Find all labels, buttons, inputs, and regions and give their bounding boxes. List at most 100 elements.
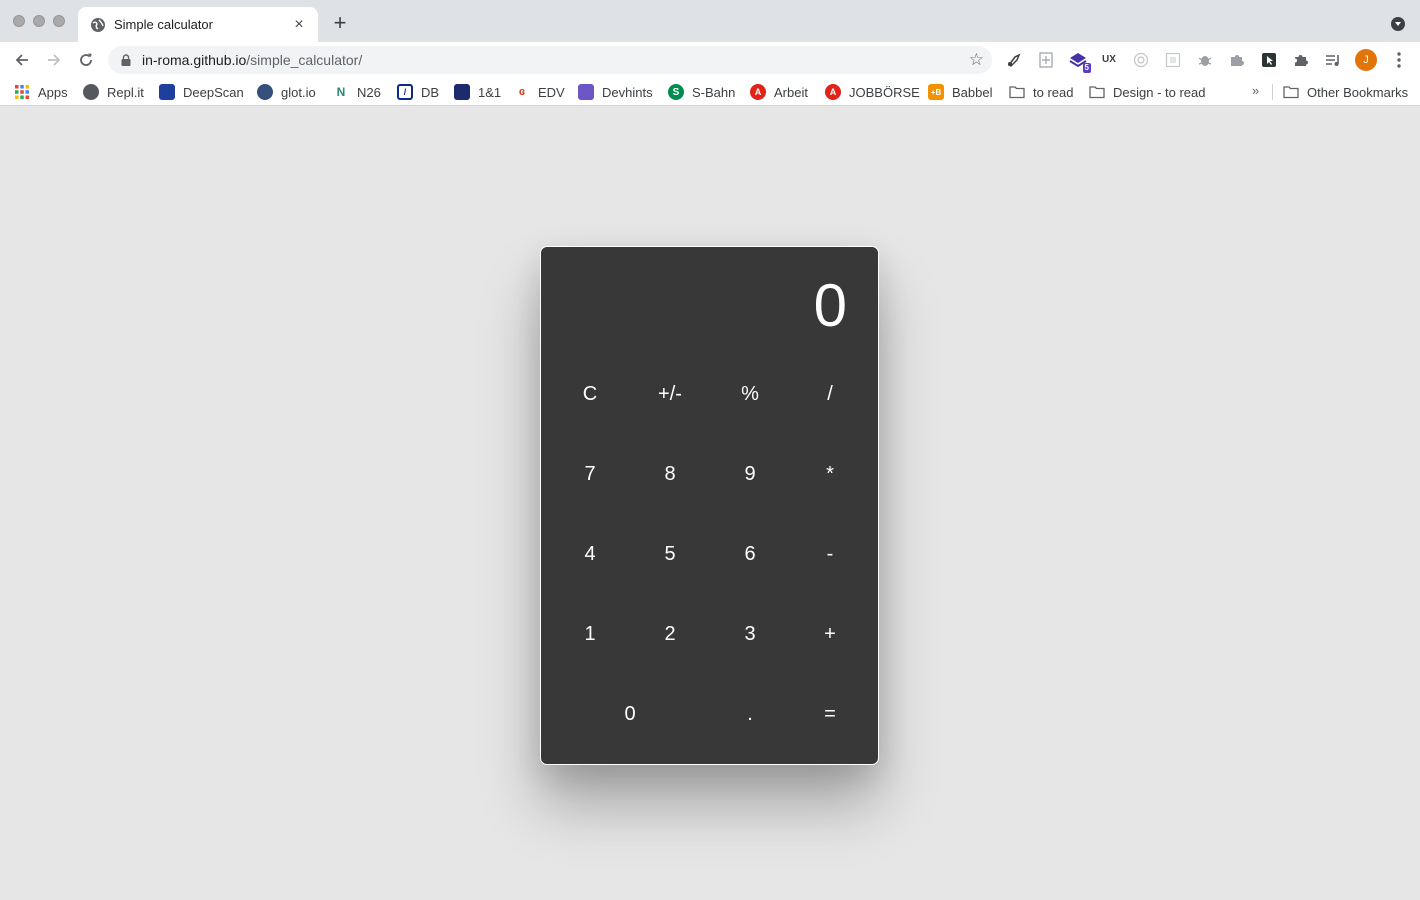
bookmark-jobboerse[interactable]: A JOBBÖRSE [825,83,920,101]
bookmark-apps[interactable]: Apps [14,83,68,101]
bookmarks-separator [1272,84,1273,100]
bookmark-glot[interactable]: glot.io [257,83,316,101]
digit-2-button[interactable]: 2 [630,594,710,674]
extension-badge: 5 [1082,63,1091,73]
digit-5-button[interactable]: 5 [630,514,710,594]
cursor-square-extension-icon[interactable] [1259,50,1279,70]
equals-button[interactable]: = [790,674,870,754]
reload-icon [80,53,92,66]
address-bar[interactable]: in-roma.github.io/simple_calculator/ ☆ [108,46,992,74]
extensions-puzzle-icon[interactable] [1291,50,1311,70]
calculator: 0 C +/- % / 7 8 9 * 4 5 6 - 1 2 3 + 0 . … [540,246,879,765]
folder-icon [1283,86,1299,99]
bookmark-label: EDV [538,84,565,100]
digit-7-button[interactable]: 7 [550,434,630,514]
music-note-extension-icon[interactable] [1004,50,1024,70]
profile-avatar[interactable]: J [1355,49,1377,71]
bookmark-label: Arbeit [774,84,808,100]
globe-icon [91,18,105,32]
bookmark-label: glot.io [281,84,316,100]
bookmark-replit[interactable]: Repl.it [83,83,144,101]
folder-icon [1089,86,1105,99]
percent-button[interactable]: % [710,354,790,434]
digit-1-button[interactable]: 1 [550,594,630,674]
bookmark-label: S-Bahn [692,84,736,100]
devhints-icon [578,84,594,100]
stack-extension-icon[interactable]: 5 [1068,50,1091,73]
url-path: /simple_calculator/ [246,52,363,68]
sign-toggle-button[interactable]: +/- [630,354,710,434]
page-content: 0 C +/- % / 7 8 9 * 4 5 6 - 1 2 3 + 0 . … [0,106,1420,900]
grid-extension-icon[interactable] [1163,50,1183,70]
bookmark-label: Apps [38,84,68,100]
bookmark-babbel[interactable]: +B Babbel [928,83,992,101]
digit-3-button[interactable]: 3 [710,594,790,674]
1und1-icon [454,84,470,100]
bookmark-deepscan[interactable]: DeepScan [159,83,244,101]
bookmarks-bar: Apps Repl.it DeepScan glot.io N N26 / DB… [0,78,1420,106]
bookmark-arbeit[interactable]: A Arbeit [750,83,808,101]
zoom-window-button[interactable] [53,15,65,27]
ux-check-extension-icon[interactable]: UX [1099,50,1119,70]
jobboerse-icon: A [825,84,841,100]
clear-button[interactable]: C [550,354,630,434]
bookmark-label: JOBBÖRSE [849,84,920,100]
bookmark-folder-design[interactable]: Design - to read [1089,83,1206,101]
document-extension-icon[interactable] [1036,50,1056,70]
subtract-button[interactable]: - [790,514,870,594]
digit-8-button[interactable]: 8 [630,434,710,514]
bookmark-sbahn[interactable]: S S-Bahn [668,83,735,101]
url-host: in-roma.github.io [142,52,247,68]
decimal-button[interactable]: . [710,674,790,754]
tab-title: Simple calculator [114,17,213,32]
bookmark-devhints[interactable]: Devhints [578,83,653,101]
puzzle-gray-extension-icon[interactable] [1227,50,1247,70]
bookmarks-overflow-button[interactable]: » [1252,83,1259,98]
digit-6-button[interactable]: 6 [710,514,790,594]
arbeit-icon: A [750,84,766,100]
bookmark-label: Design - to read [1113,84,1206,100]
bookmark-star-icon[interactable]: ☆ [969,50,984,70]
arrow-right-icon [48,54,61,66]
minimize-window-button[interactable] [33,15,45,27]
add-button[interactable]: + [790,594,870,674]
tab-search-icon[interactable] [1391,17,1405,31]
forward-button[interactable] [42,48,66,72]
digit-0-button[interactable]: 0 [550,674,710,754]
arrow-left-icon [15,54,28,66]
babbel-icon: +B [928,84,944,100]
sbahn-icon: S [668,84,684,100]
multiply-button[interactable]: * [790,434,870,514]
bug-extension-icon[interactable] [1195,50,1215,70]
digit-4-button[interactable]: 4 [550,514,630,594]
close-window-button[interactable] [13,15,25,27]
lock-icon [121,54,131,66]
divide-button[interactable]: / [790,354,870,434]
bookmark-n26[interactable]: N N26 [333,83,381,101]
bookmark-label: to read [1033,84,1074,100]
edv-icon: ɞ [518,86,526,98]
reload-button[interactable] [74,48,98,72]
new-tab-button[interactable]: + [330,12,350,34]
circle-target-extension-icon[interactable] [1131,50,1151,70]
bookmark-edv[interactable]: ɞ EDV [514,83,565,101]
back-button[interactable] [10,48,34,72]
apps-grid-icon [15,85,29,99]
close-icon[interactable]: × [290,16,308,34]
n26-icon: N [336,85,346,99]
bookmark-other-bookmarks[interactable]: Other Bookmarks [1283,83,1408,101]
bookmark-folder-to-read[interactable]: to read [1009,83,1073,101]
bookmark-label: N26 [357,84,381,100]
tab-simple-calculator[interactable]: Simple calculator × [78,7,318,42]
tab-strip: Simple calculator × + [0,0,1420,42]
media-playlist-icon[interactable] [1323,50,1343,70]
bookmark-1und1[interactable]: 1&1 [454,83,501,101]
bookmark-label: Other Bookmarks [1307,84,1409,100]
bookmark-label: DeepScan [183,84,244,100]
more-menu-icon[interactable] [1389,50,1409,70]
bookmark-db[interactable]: / DB [397,83,439,101]
db-icon: / [397,84,413,100]
bookmark-label: Repl.it [107,84,144,100]
digit-9-button[interactable]: 9 [710,434,790,514]
glot-icon [257,84,273,100]
